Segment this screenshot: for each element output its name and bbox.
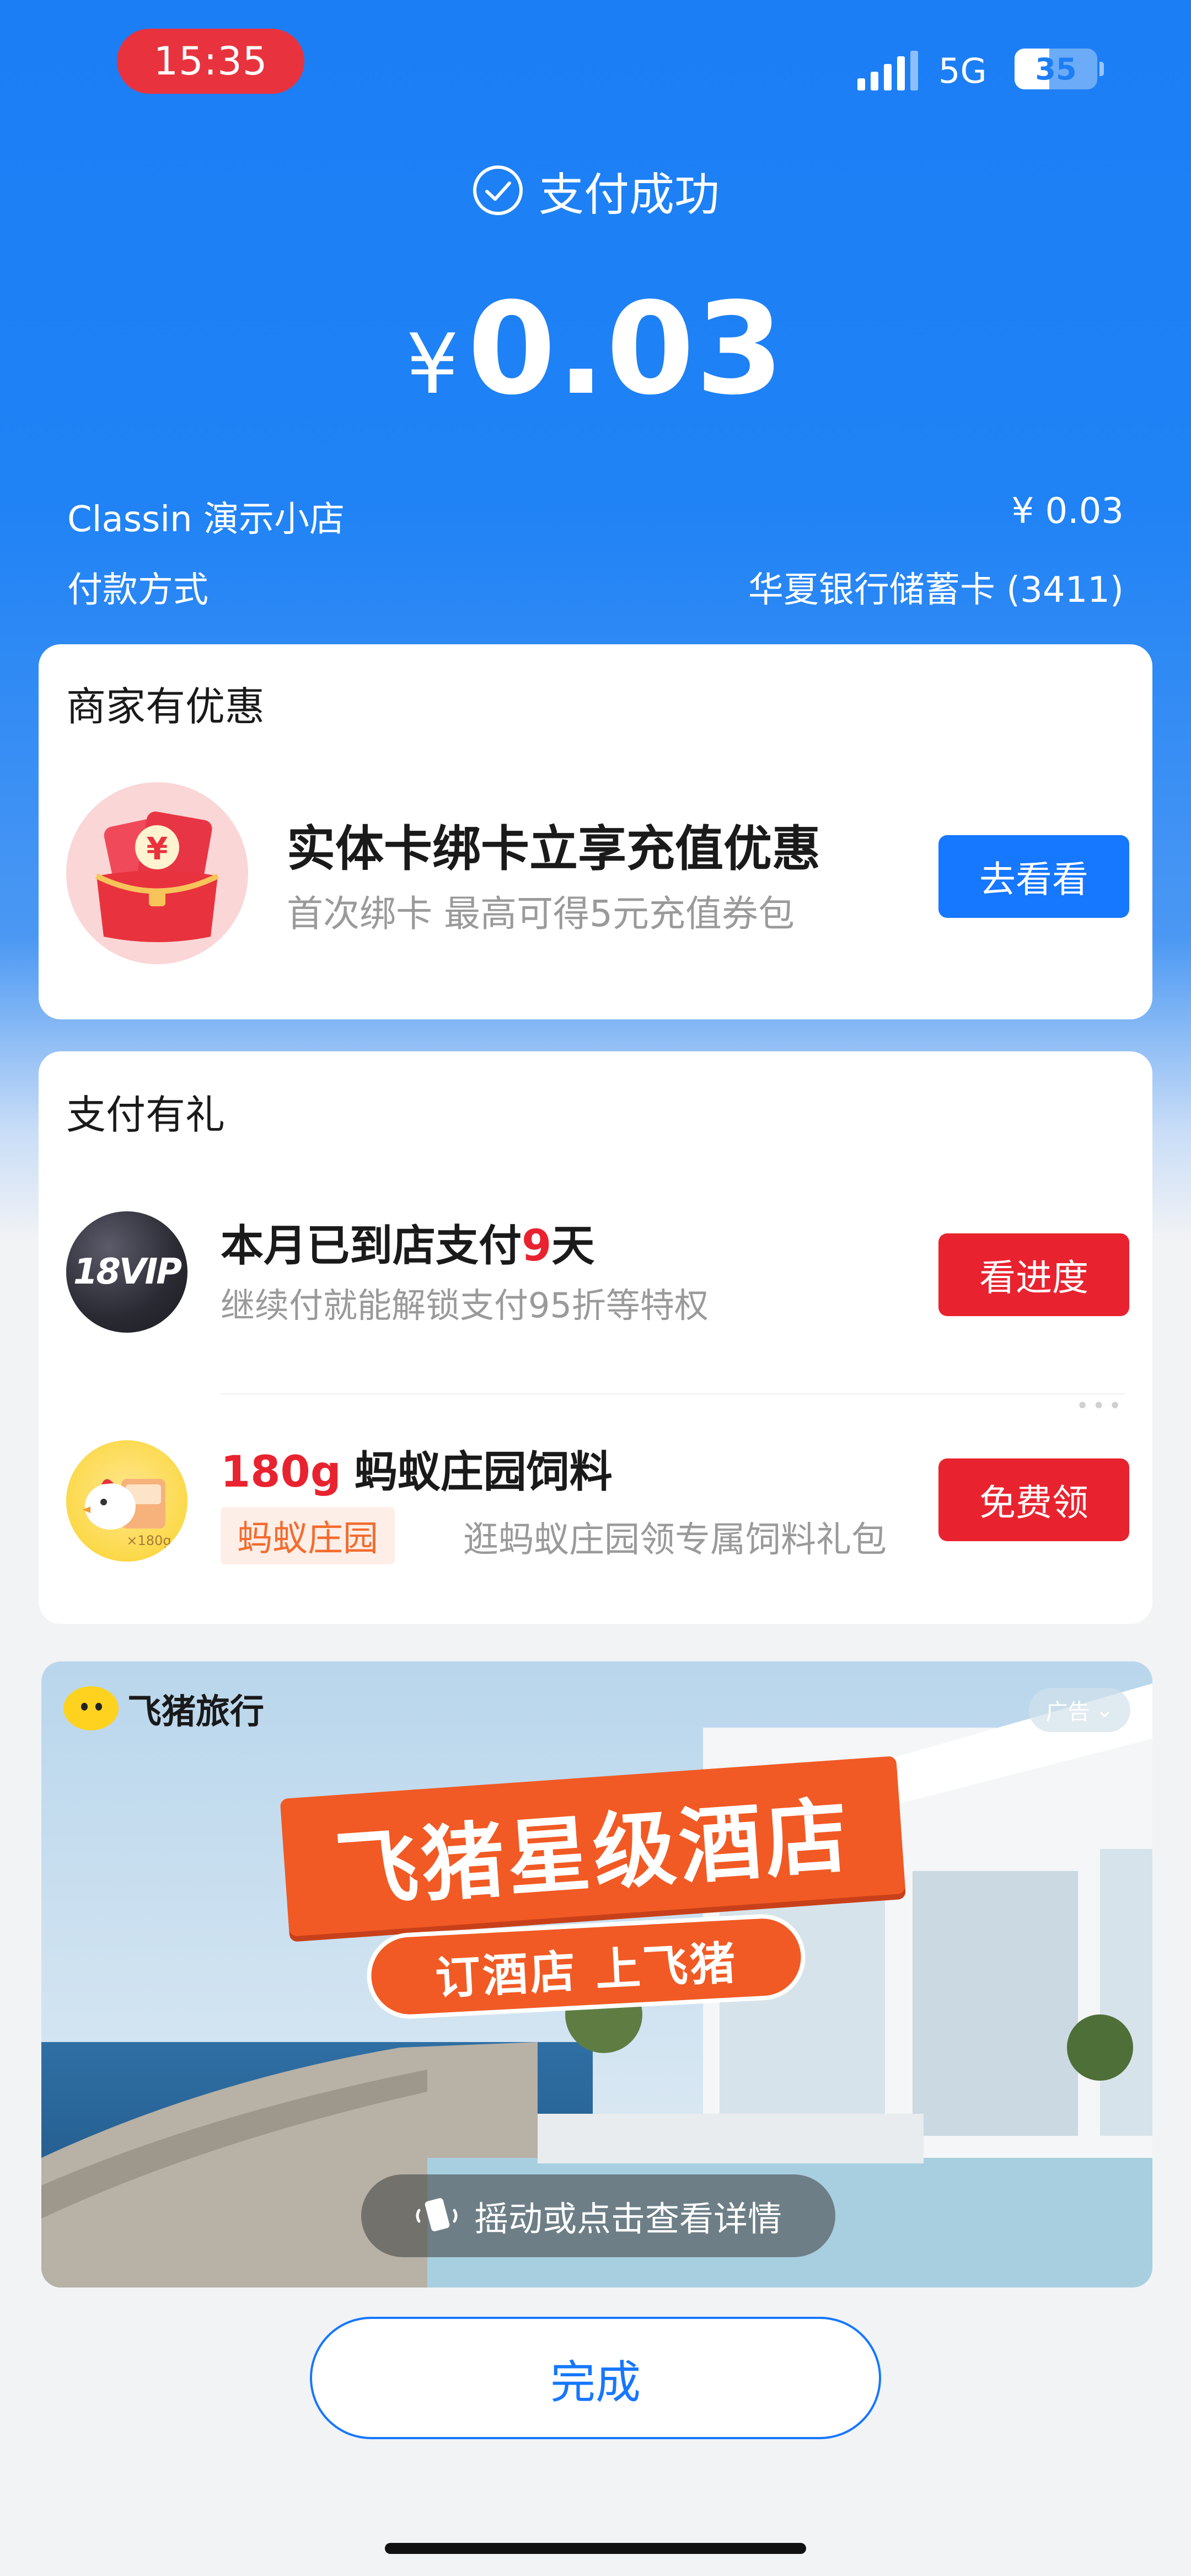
merchant-offer-subtitle: 首次绑卡 最高可得5元充值券包 xyxy=(287,892,795,935)
ad-hint-text: 摇动或点击查看详情 xyxy=(474,2199,782,2239)
fliggy-logo-icon xyxy=(63,1686,119,1730)
feed-title: 180g 蚂蚁庄园饲料 xyxy=(221,1437,613,1499)
battery-cap xyxy=(1099,62,1104,76)
payment-method-value: 华夏银行储蓄卡 (3411) xyxy=(748,570,1124,611)
check-circle-icon xyxy=(473,165,523,215)
chick-feed-icon: ×180g xyxy=(66,1440,187,1562)
battery-icon: 35 xyxy=(1015,49,1097,89)
amount-value: 0.03 xyxy=(467,276,785,423)
ad-shake-hint[interactable]: 摇动或点击查看详情 xyxy=(361,2174,835,2257)
section-title-merchant-offer: 商家有优惠 xyxy=(66,683,265,730)
vip-title-prefix: 本月已到店支付 xyxy=(221,1221,522,1271)
feed-title-text: 蚂蚁庄园饲料 xyxy=(354,1447,613,1497)
claim-free-button[interactable]: 免费领 xyxy=(938,1458,1129,1541)
battery-level: 35 xyxy=(1035,51,1077,87)
status-time: 15:35 xyxy=(117,29,304,94)
ad-brand: 飞猪旅行 xyxy=(63,1681,264,1736)
merchant-offer-card: 商家有优惠 ¥ 实体卡绑卡立享充值优惠 首次绑卡 最高可得5元充值券包 去看看 xyxy=(39,644,1152,1019)
ad-banner[interactable]: 飞猪旅行 广告 ⌄ 飞猪星级酒店 订酒店 上飞猪 摇动或点击查看详情 xyxy=(41,1661,1152,2288)
vip-progress-title: 本月已到店支付9天 xyxy=(221,1211,594,1273)
svg-text:¥: ¥ xyxy=(147,831,168,867)
vip-progress-subtitle: 继续付就能解锁支付95折等特权 xyxy=(221,1285,709,1326)
currency-symbol: ¥ xyxy=(406,317,459,413)
section-title-pay-gift: 支付有礼 xyxy=(66,1092,226,1138)
more-dots-icon: ••• xyxy=(1076,1393,1125,1419)
divider xyxy=(221,1393,1125,1394)
payment-status: 支付成功 xyxy=(0,160,1191,221)
chevron-down-icon: ⌄ xyxy=(1095,1697,1114,1723)
home-indicator[interactable] xyxy=(385,2543,806,2554)
done-button[interactable]: 完成 xyxy=(310,2317,881,2439)
feed-amount: 180g xyxy=(221,1447,341,1497)
signal-icon xyxy=(857,51,918,90)
feed-subtitle: 逛蚂蚁庄园领专属饲料礼包 xyxy=(463,1520,887,1560)
network-type: 5G xyxy=(938,51,987,91)
merchant-name: Classin 演示小店 xyxy=(67,499,345,540)
payment-status-text: 支付成功 xyxy=(538,168,720,221)
vip-days-count: 9 xyxy=(522,1221,552,1271)
payment-amount: ¥ 0.03 xyxy=(0,276,1191,423)
vip-badge-icon: 18VIP xyxy=(66,1211,187,1333)
view-offer-button[interactable]: 去看看 xyxy=(938,835,1129,918)
view-progress-button[interactable]: 看进度 xyxy=(938,1233,1129,1316)
ad-label-dropdown[interactable]: 广告 ⌄ xyxy=(1029,1688,1130,1732)
shake-phone-icon xyxy=(416,2198,458,2232)
payment-method-label: 付款方式 xyxy=(67,570,208,611)
ad-brand-name: 飞猪旅行 xyxy=(127,1691,265,1731)
pay-gift-card: 支付有礼 18VIP 本月已到店支付9天 继续付就能解锁支付95折等特权 看进度… xyxy=(39,1051,1152,1624)
red-packet-icon: ¥ xyxy=(66,782,248,964)
merchant-amount: ¥ 0.03 xyxy=(1011,491,1124,532)
ad-label-text: 广告 xyxy=(1045,1699,1090,1725)
feed-icon-badge: ×180g xyxy=(126,1533,171,1548)
feed-source-tag: 蚂蚁庄园 xyxy=(221,1507,395,1564)
merchant-offer-title: 实体卡绑卡立享充值优惠 xyxy=(287,820,821,877)
vip-title-suffix: 天 xyxy=(551,1221,595,1271)
